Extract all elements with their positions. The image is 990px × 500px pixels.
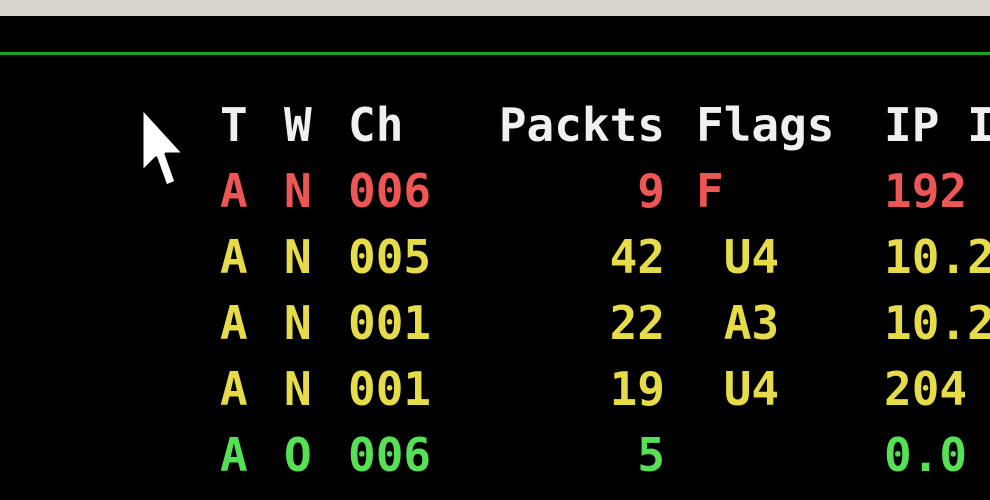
cell-packets: 22 bbox=[609, 296, 665, 350]
header-t: T bbox=[220, 98, 248, 152]
network-table: T W Ch Packts Flags IP I A N 006 9 F 192… bbox=[0, 16, 990, 500]
cell-t: A bbox=[220, 362, 248, 416]
cell-w: N bbox=[284, 296, 312, 350]
mouse-pointer-icon bbox=[140, 106, 184, 188]
table-row[interactable]: A N 001 22 A3 10.2 bbox=[0, 290, 990, 356]
table-row[interactable]: A O 006 5 0.0 bbox=[0, 422, 990, 488]
cell-flags: U4 bbox=[696, 362, 780, 416]
cell-ip: 0.0 bbox=[884, 428, 968, 482]
cell-t: A bbox=[220, 296, 248, 350]
cell-packets: 42 bbox=[609, 230, 665, 284]
cell-ch: 005 bbox=[348, 230, 432, 284]
header-packets: Packts bbox=[498, 98, 665, 152]
cell-t: A bbox=[220, 230, 248, 284]
cell-packets: 19 bbox=[609, 362, 665, 416]
table-row[interactable]: A N 005 42 U4 10.2 bbox=[0, 224, 990, 290]
header-flags: Flags bbox=[696, 98, 835, 152]
table-row[interactable]: A N 001 19 U4 204 bbox=[0, 356, 990, 422]
cell-ip: 204 bbox=[884, 362, 968, 416]
cell-ch: 001 bbox=[348, 296, 432, 350]
cell-w: N bbox=[284, 362, 312, 416]
cell-packets: 9 bbox=[637, 164, 665, 218]
cell-flags: A3 bbox=[696, 296, 780, 350]
cell-packets: 5 bbox=[637, 428, 665, 482]
cell-ch: 006 bbox=[348, 428, 432, 482]
cell-flags: F bbox=[696, 164, 724, 218]
cell-ip: 10.2 bbox=[884, 296, 990, 350]
terminal-window: T W Ch Packts Flags IP I A N 006 9 F 192… bbox=[0, 0, 990, 500]
cell-flags: U4 bbox=[696, 230, 780, 284]
header-ch: Ch bbox=[348, 98, 404, 152]
cell-ch: 006 bbox=[348, 164, 432, 218]
window-titlebar bbox=[0, 0, 990, 16]
terminal-screen: T W Ch Packts Flags IP I A N 006 9 F 192… bbox=[0, 16, 990, 500]
cell-ip: 192 bbox=[884, 164, 968, 218]
cell-ip: 10.2 bbox=[884, 230, 990, 284]
cell-ch: 001 bbox=[348, 362, 432, 416]
cell-w: O bbox=[284, 428, 312, 482]
header-w: W bbox=[284, 98, 312, 152]
cell-t: A bbox=[220, 428, 248, 482]
header-ip: IP I bbox=[884, 98, 990, 152]
cell-t: A bbox=[220, 164, 248, 218]
cell-w: N bbox=[284, 230, 312, 284]
cell-w: N bbox=[284, 164, 312, 218]
